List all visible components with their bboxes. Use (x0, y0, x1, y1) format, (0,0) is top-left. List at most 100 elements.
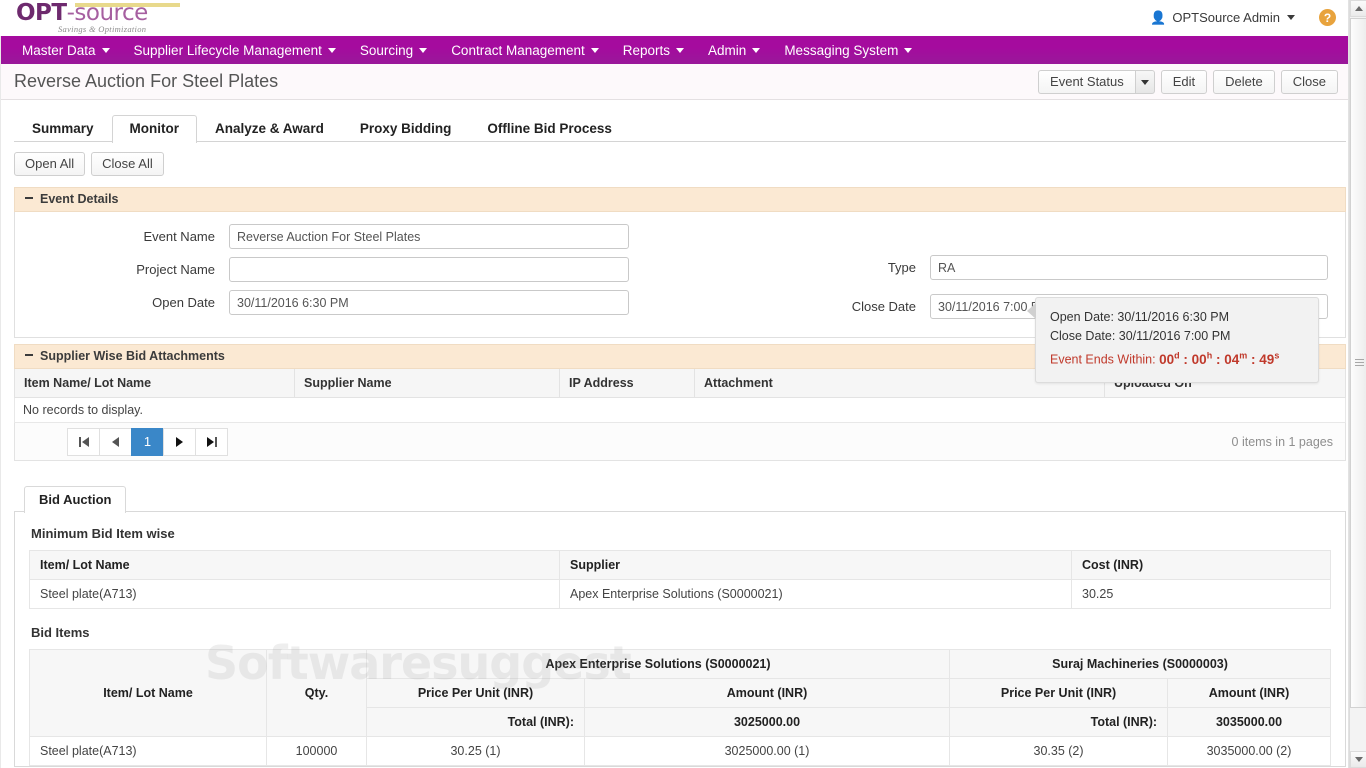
nav-item-sourcing[interactable]: Sourcing (348, 36, 439, 64)
tab-offline-bid-process[interactable]: Offline Bid Process (469, 115, 630, 142)
tab-monitor[interactable]: Monitor (112, 115, 198, 143)
scrollbar-thumb[interactable] (1350, 18, 1366, 708)
nav-item-label: Reports (623, 43, 670, 58)
chevron-down-icon (676, 48, 684, 53)
close-button[interactable]: Close (1281, 70, 1338, 94)
nav-item-supplier-lifecycle-management[interactable]: Supplier Lifecycle Management (122, 36, 348, 64)
user-menu[interactable]: 👤 OPTSource Admin (1150, 10, 1295, 25)
form-column-left: Event Name Project Name Open Date (15, 224, 680, 327)
user-icon: 👤 (1150, 11, 1166, 24)
nav-item-reports[interactable]: Reports (611, 36, 696, 64)
page-header: Reverse Auction For Steel Plates Event S… (0, 64, 1366, 100)
table-row: Steel plate(A713) 100000 30.25 (1) 30250… (30, 737, 1331, 766)
scroll-down-button[interactable] (1350, 751, 1366, 768)
previous-page-button[interactable] (99, 428, 132, 456)
column-price-per-unit-apex: Price Per Unit (INR) (367, 679, 585, 708)
minimum-bid-table: Item/ Lot Name Supplier Cost (INR) Steel… (29, 550, 1331, 609)
open-all-button[interactable]: Open All (14, 152, 85, 176)
column-item-lot-name: Item/ Lot Name (30, 650, 267, 737)
chevron-down-icon (328, 48, 336, 53)
last-page-button[interactable] (195, 428, 228, 456)
scroll-up-button[interactable] (1350, 0, 1366, 17)
next-page-button[interactable] (163, 428, 196, 456)
field-open-date: Open Date (15, 290, 680, 315)
event-status-split-button[interactable]: Event Status (1038, 70, 1155, 94)
open-date-label: Open Date (15, 295, 229, 310)
top-bar-right: 👤 OPTSource Admin ? (1150, 9, 1336, 26)
last-page-icon (207, 437, 217, 447)
previous-page-icon (112, 437, 119, 447)
bid-auction-tabstrip: Bid Auction (14, 485, 1346, 512)
tab-summary[interactable]: Summary (14, 115, 112, 142)
nav-item-label: Master Data (22, 43, 96, 58)
cell-supplier: Apex Enterprise Solutions (S0000021) (560, 580, 1072, 609)
vertical-scrollbar[interactable] (1349, 0, 1366, 768)
type-input[interactable] (930, 255, 1328, 280)
page-number-1[interactable]: 1 (131, 428, 164, 456)
nav-item-contract-management[interactable]: Contract Management (439, 36, 611, 64)
edit-button[interactable]: Edit (1161, 70, 1207, 94)
nav-item-label: Supplier Lifecycle Management (134, 43, 322, 58)
type-label: Type (680, 260, 930, 275)
column-supplier-suraj-machineries: Suraj Machineries (S0000003) (950, 650, 1331, 679)
column-qty: Qty. (267, 650, 367, 737)
close-all-button[interactable]: Close All (91, 152, 164, 176)
main-tabs: Summary Monitor Analyze & Award Proxy Bi… (0, 112, 1366, 142)
bid-auction-panel: Minimum Bid Item wise Item/ Lot Name Sup… (14, 512, 1346, 767)
cell-amount-suraj: 3035000.00 (2) (1168, 737, 1331, 766)
delete-button[interactable]: Delete (1213, 70, 1275, 94)
field-type: Type (680, 255, 1345, 280)
app-logo[interactable]: OPT-source Savings & Optimization (16, 1, 191, 35)
event-countdown: Event Ends Within: 00d : 00h : 04m : 49s (1050, 346, 1306, 370)
event-status-dropdown-toggle[interactable] (1135, 70, 1155, 94)
bid-items-title: Bid Items (31, 625, 1331, 640)
column-amount-suraj: Amount (INR) (1168, 679, 1331, 708)
column-amount-apex: Amount (INR) (585, 679, 950, 708)
field-project-name: Project Name (15, 257, 680, 282)
total-amount-apex: 3025000.00 (585, 708, 950, 737)
project-name-label: Project Name (15, 262, 229, 277)
nav-item-label: Sourcing (360, 43, 413, 58)
open-date-input[interactable] (229, 290, 629, 315)
bid-items-table: Item/ Lot Name Qty. Apex Enterprise Solu… (29, 649, 1331, 766)
event-details-title: Event Details (40, 192, 119, 206)
table-row: Steel plate(A713) Apex Enterprise Soluti… (30, 580, 1331, 609)
project-name-input[interactable] (229, 257, 629, 282)
cell-qty: 100000 (267, 737, 367, 766)
event-status-button[interactable]: Event Status (1038, 70, 1135, 94)
close-date-label: Close Date (680, 299, 930, 314)
column-ip-address[interactable]: IP Address (560, 369, 695, 398)
nav-item-admin[interactable]: Admin (696, 36, 772, 64)
table-header-row: Item/ Lot Name Supplier Cost (INR) (30, 551, 1331, 580)
attachments-empty-message: No records to display. (14, 398, 1346, 423)
tab-analyze-and-award[interactable]: Analyze & Award (197, 115, 342, 142)
tooltip-arrow-icon (1027, 303, 1036, 319)
column-supplier-name[interactable]: Supplier Name (295, 369, 560, 398)
nav-item-messaging-system[interactable]: Messaging System (772, 36, 924, 64)
chevron-down-icon (1355, 757, 1363, 762)
cell-price-apex: 30.25 (1) (367, 737, 585, 766)
event-details-section-header[interactable]: Event Details (14, 187, 1346, 212)
nav-item-master-data[interactable]: Master Data (10, 36, 122, 64)
chevron-down-icon (1287, 15, 1295, 20)
tab-proxy-bidding[interactable]: Proxy Bidding (342, 115, 470, 142)
first-page-icon (79, 437, 89, 447)
countdown-label: Event Ends Within: (1050, 353, 1156, 367)
column-supplier-apex-enterprise-solutions: Apex Enterprise Solutions (S0000021) (367, 650, 950, 679)
column-item-name[interactable]: Item Name/ Lot Name (15, 369, 295, 398)
next-page-icon (176, 437, 183, 447)
column-price-per-unit-suraj: Price Per Unit (INR) (950, 679, 1168, 708)
help-icon[interactable]: ? (1319, 9, 1336, 26)
logo-primary-text: OPT (16, 0, 67, 26)
event-name-input[interactable] (229, 224, 629, 249)
countdown-value: 00d : 00h : 04m : 49s (1159, 352, 1279, 367)
cell-price-suraj: 30.35 (2) (950, 737, 1168, 766)
total-label-apex: Total (INR): (367, 708, 585, 737)
monitor-panel: Open Date: 30/11/2016 6:30 PM Close Date… (0, 142, 1366, 767)
first-page-button[interactable] (67, 428, 100, 456)
attachments-pager: 1 0 items in 1 pages (14, 423, 1346, 461)
tab-bid-auction[interactable]: Bid Auction (24, 486, 126, 513)
bid-items-table-head: Item/ Lot Name Qty. Apex Enterprise Solu… (30, 650, 1331, 737)
nav-item-label: Messaging System (784, 43, 898, 58)
bid-auction-section: Bid Auction Minimum Bid Item wise Item/ … (14, 485, 1346, 767)
